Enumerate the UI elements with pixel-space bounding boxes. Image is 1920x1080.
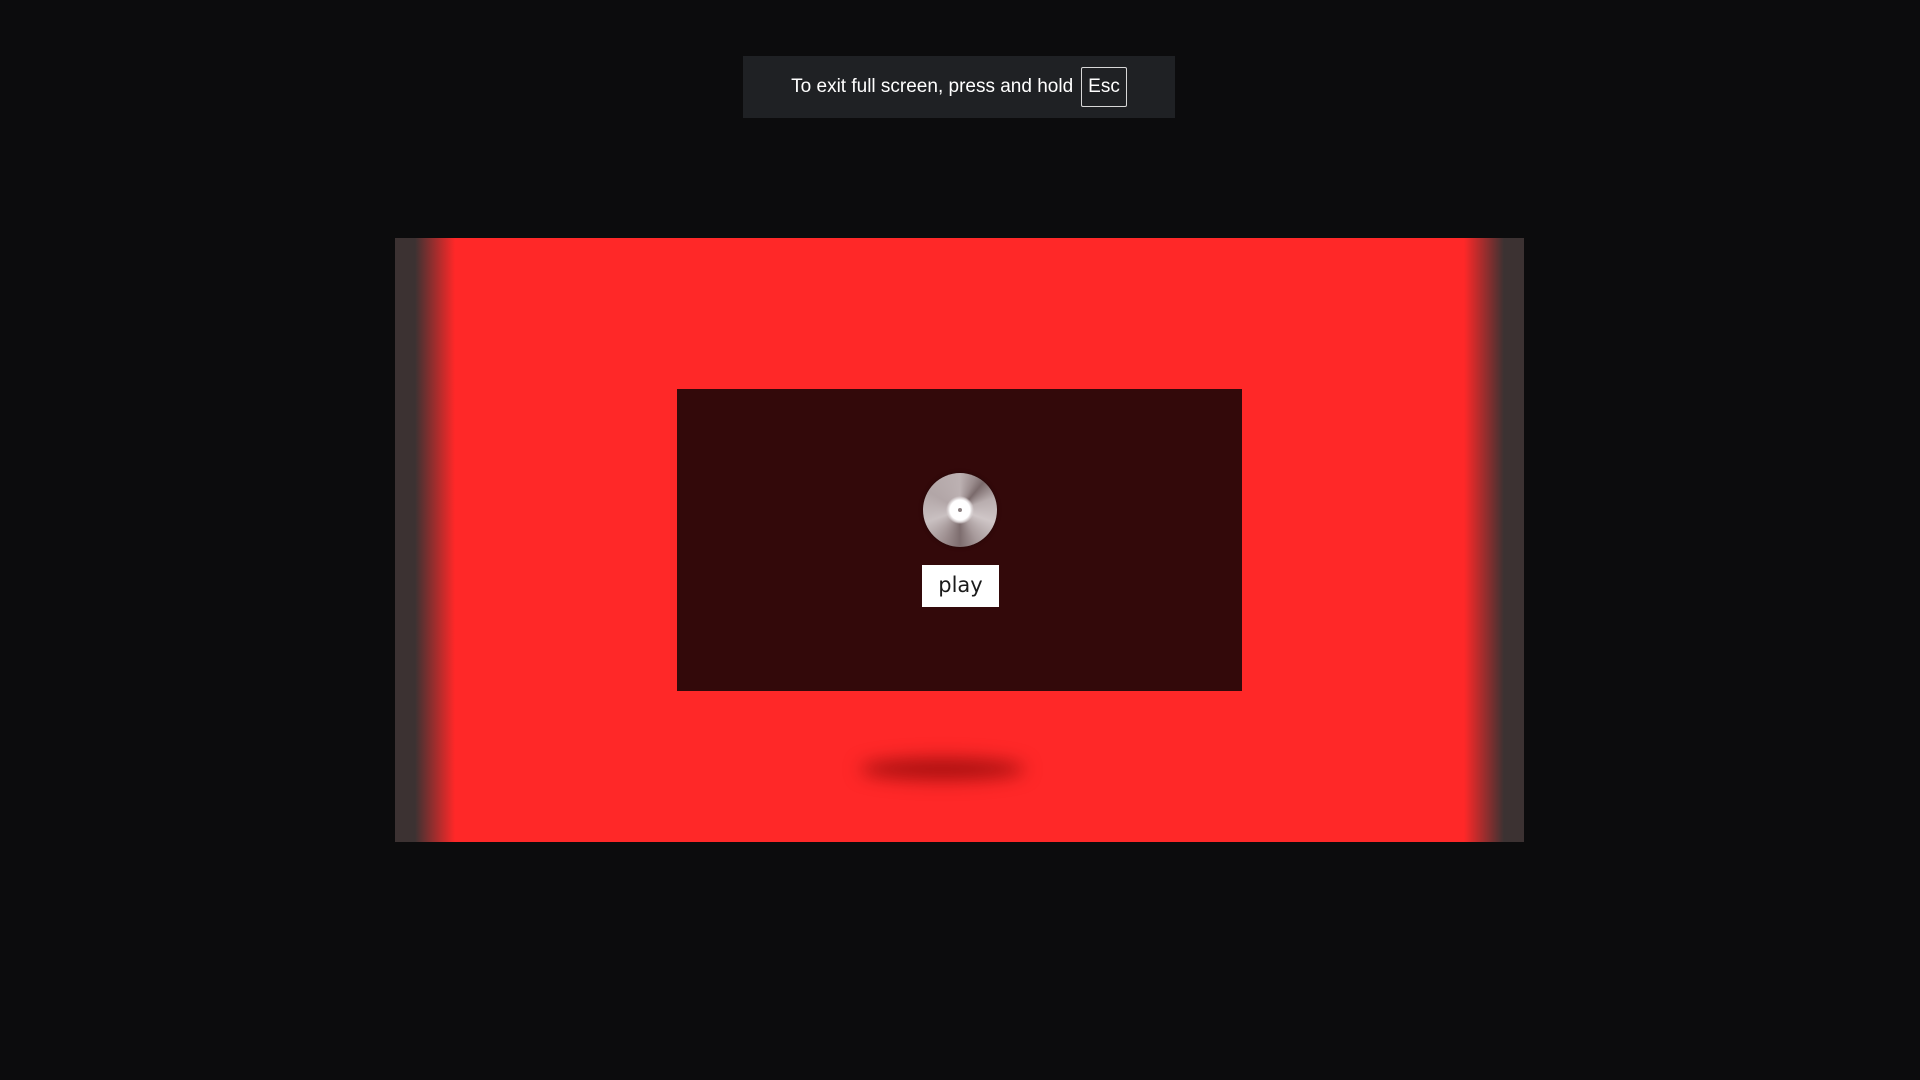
fullscreen-page: To exit full screen, press and hold Esc … [0,0,1920,1080]
blurred-shadow [860,758,1025,780]
fullscreen-exit-notice: To exit full screen, press and hold Esc [743,56,1175,118]
stage-right-shade [1464,238,1524,842]
fullscreen-exit-text: To exit full screen, press and hold [791,76,1074,97]
disc-center-hole [958,508,962,512]
stage: play [395,238,1524,842]
disc-icon [923,473,997,547]
stage-left-shade [395,238,455,842]
esc-key-badge: Esc [1081,67,1127,107]
player-panel: play [677,389,1242,691]
play-button[interactable]: play [922,565,999,607]
